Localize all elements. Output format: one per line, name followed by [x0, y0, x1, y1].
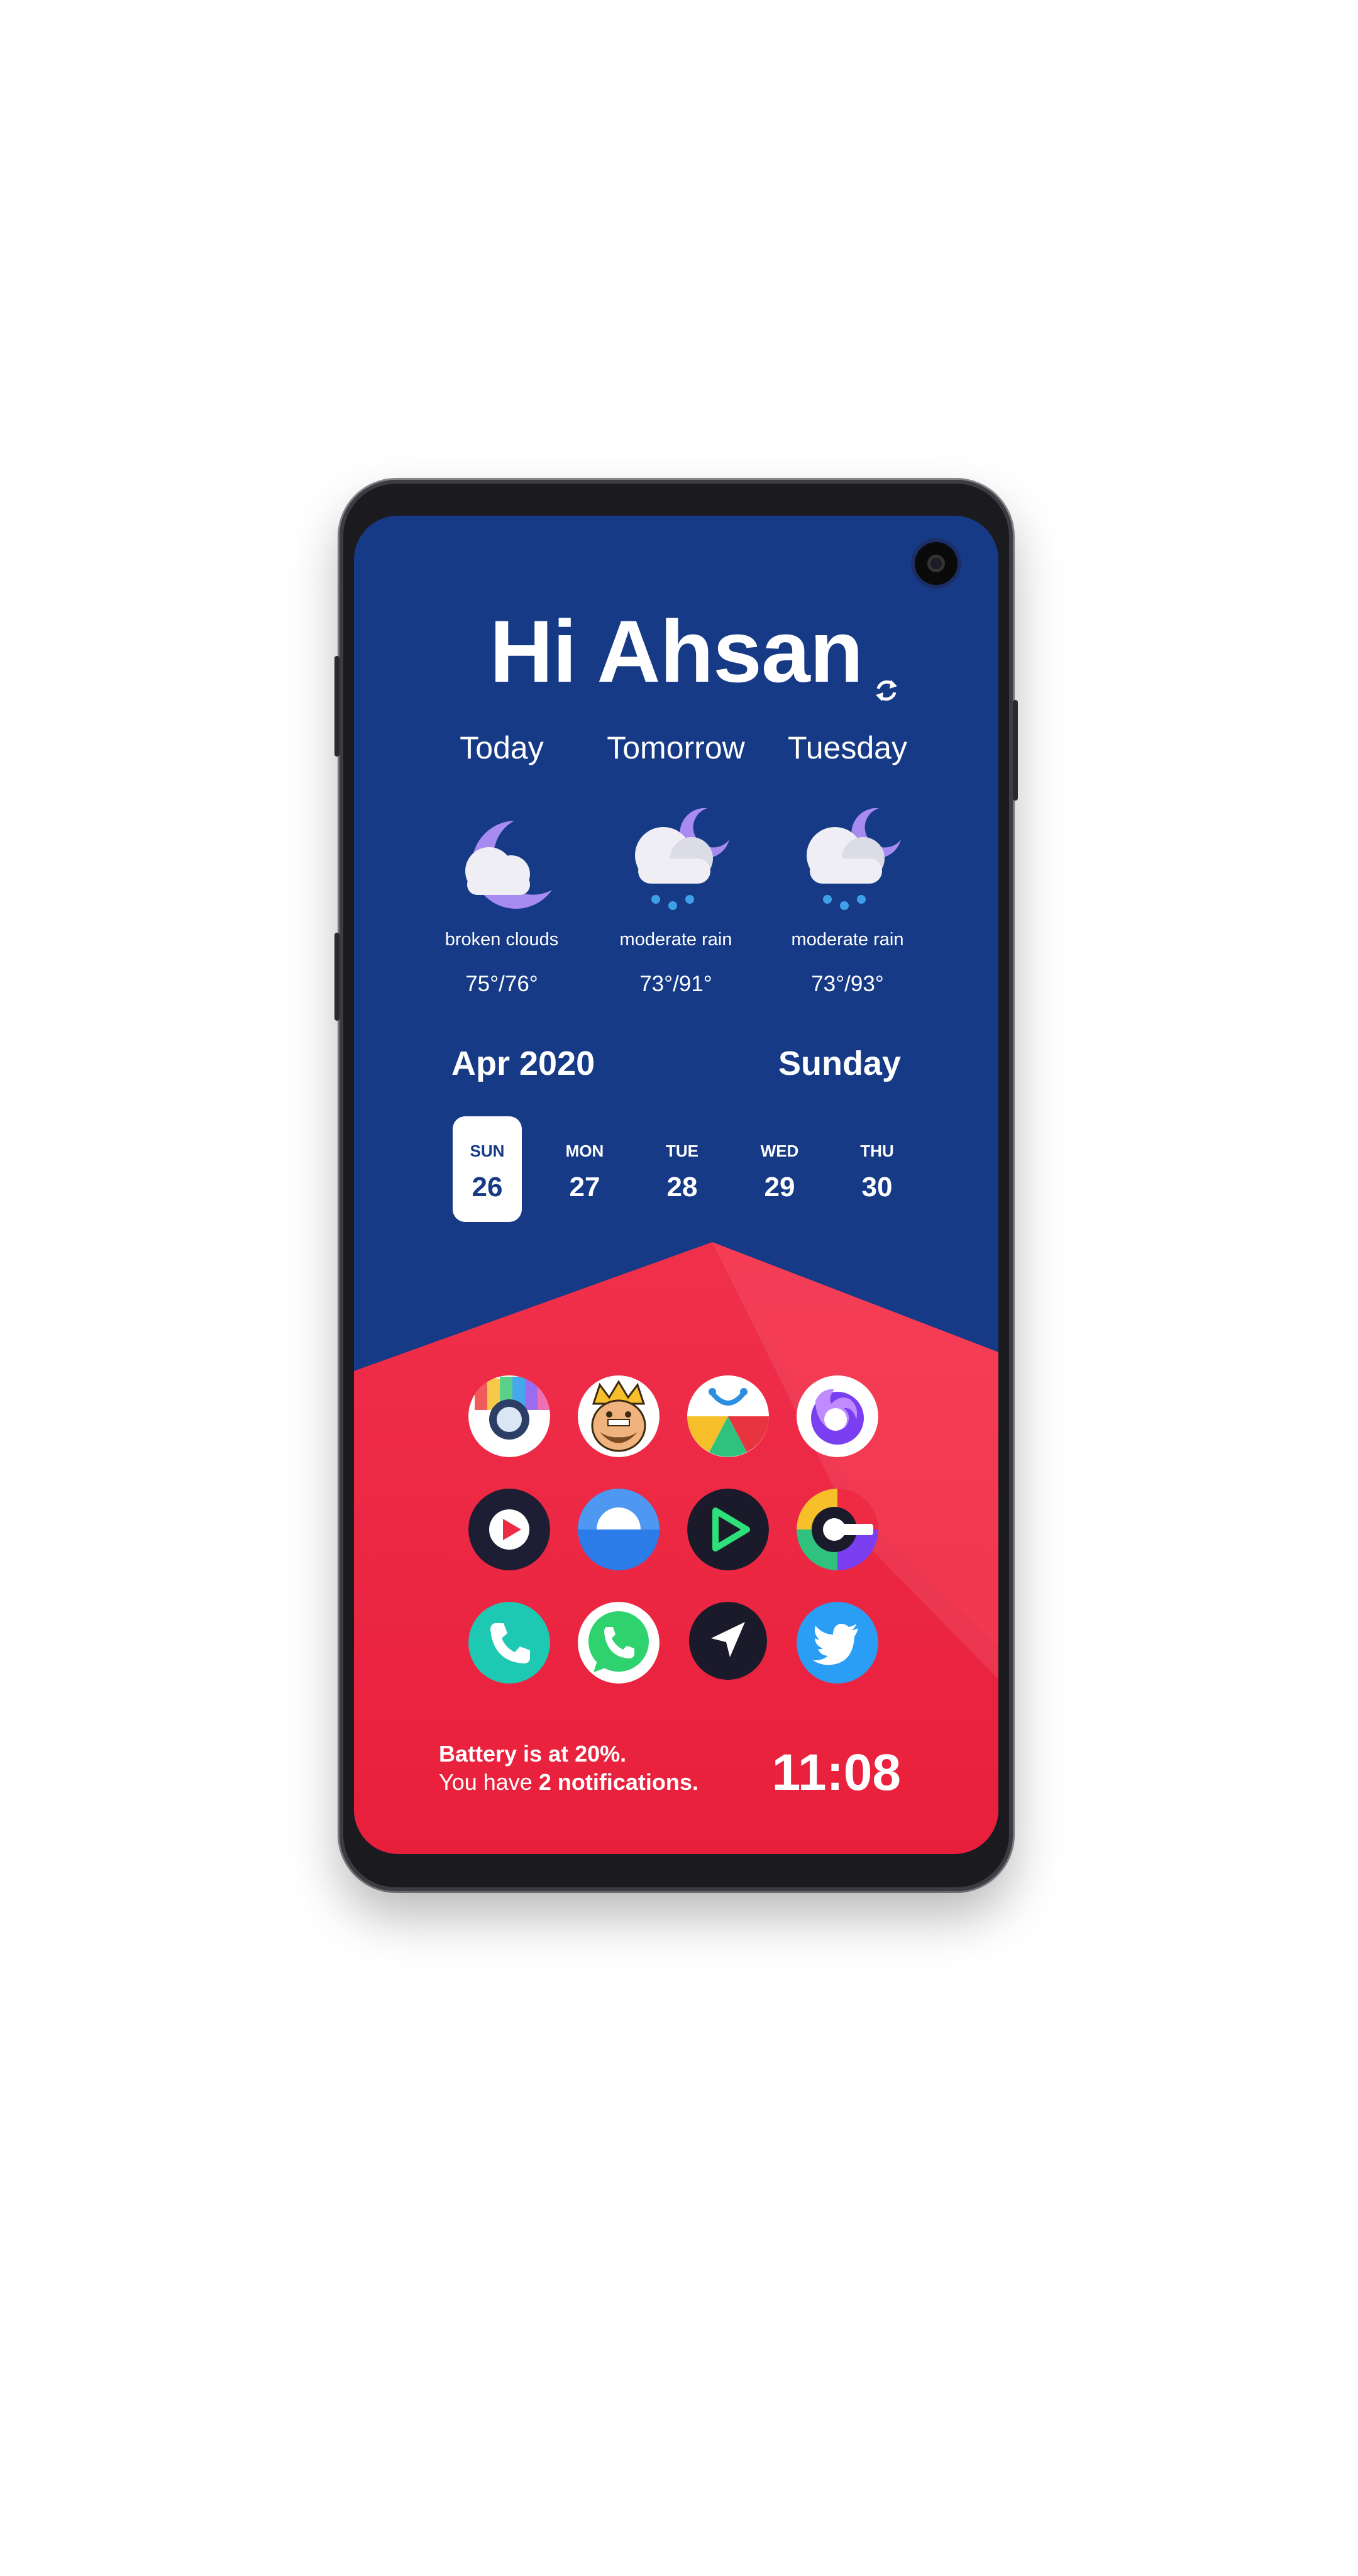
twitter-app-icon[interactable]: [797, 1602, 878, 1684]
volume-button: [334, 656, 340, 757]
rain-cloud-moon-icon: [807, 808, 901, 910]
volume-down-button: [334, 933, 340, 1021]
whatsapp-app-icon[interactable]: [578, 1602, 660, 1684]
home-screen: Hi Ahsan Today broken clouds 75°/76° Tom…: [354, 516, 998, 1854]
phone-frame: Hi Ahsan Today broken clouds 75°/76° Tom…: [334, 480, 1018, 1891]
calendar-date: 27: [569, 1172, 600, 1202]
calendar-date: 30: [861, 1172, 893, 1202]
store-app-icon[interactable]: [687, 1375, 769, 1457]
power-button: [1013, 700, 1018, 801]
calendar-date: 26: [472, 1172, 503, 1202]
weather-day: Tomorrow: [607, 730, 745, 765]
calendar-date: 29: [764, 1172, 795, 1202]
calendar-date: 28: [666, 1172, 698, 1202]
calendar-day-wed[interactable]: WED 29: [745, 1116, 814, 1222]
phone-app-icon[interactable]: [468, 1602, 550, 1684]
notifications-status[interactable]: You have 2 notifications.: [439, 1769, 698, 1796]
toggle-app-icon[interactable]: [797, 1489, 878, 1570]
weather-app-icon[interactable]: [578, 1489, 660, 1570]
refresh-icon[interactable]: [872, 676, 901, 705]
calendar-month: Apr 2020: [451, 1045, 595, 1082]
weather-desc: moderate rain: [791, 930, 904, 950]
weather-desc: moderate rain: [619, 930, 732, 950]
notifications-prefix: You have: [439, 1769, 539, 1795]
navigation-app-icon[interactable]: [687, 1602, 769, 1684]
notifications-count: 2 notifications.: [538, 1769, 698, 1795]
clock: 11:08: [771, 1744, 901, 1801]
rain-cloud-moon-icon: [635, 808, 729, 910]
video-player-app-icon[interactable]: [468, 1489, 550, 1570]
play-app-icon[interactable]: [687, 1489, 769, 1570]
calendar-dow: MON: [565, 1141, 604, 1160]
calendar-day-tue[interactable]: TUE 28: [648, 1116, 717, 1222]
camera-app-icon[interactable]: [468, 1375, 550, 1457]
front-camera: [915, 542, 958, 585]
clash-royale-app-icon[interactable]: [578, 1375, 660, 1457]
weather-temp: 75°/76°: [465, 972, 538, 996]
weather-day: Tuesday: [788, 730, 907, 765]
battery-status: Battery is at 20%.: [439, 1741, 627, 1767]
weather-day: Today: [460, 730, 544, 765]
weather-temp: 73°/91°: [639, 972, 712, 996]
calendar-weekday: Sunday: [778, 1045, 901, 1082]
firefox-app-icon[interactable]: [797, 1375, 878, 1457]
calendar-dow: WED: [760, 1141, 799, 1160]
calendar-day-mon[interactable]: MON 27: [550, 1116, 619, 1222]
calendar-day-sun[interactable]: SUN 26: [453, 1116, 522, 1222]
weather-desc: broken clouds: [444, 930, 559, 950]
calendar-day-thu[interactable]: THU 30: [842, 1116, 912, 1222]
cloud-moon-icon: [465, 821, 552, 909]
calendar-dow: THU: [860, 1141, 894, 1160]
calendar-dow: SUN: [470, 1141, 505, 1160]
calendar-dow: TUE: [666, 1141, 698, 1160]
weather-temp: 73°/93°: [811, 972, 884, 996]
greeting-title: Hi Ahsan: [489, 602, 864, 701]
